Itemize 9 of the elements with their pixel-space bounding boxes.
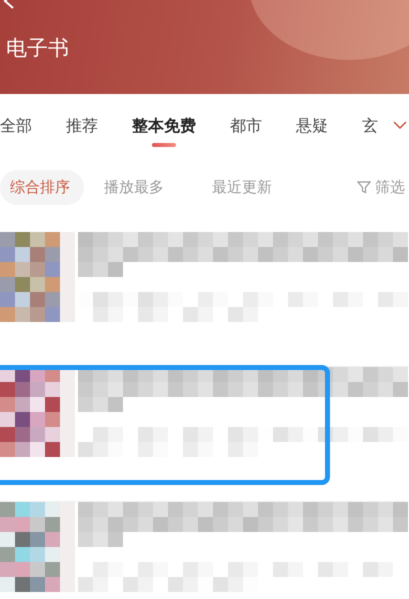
- category-tab[interactable]: 推荐: [66, 104, 98, 146]
- category-tab[interactable]: 整本免费: [132, 104, 196, 146]
- page-title: 电子书: [6, 35, 70, 62]
- sort-option[interactable]: 综合排序: [0, 170, 84, 204]
- filter-icon: [357, 180, 371, 194]
- category-tab[interactable]: 都市: [230, 104, 262, 146]
- category-tab[interactable]: 玄: [362, 104, 378, 146]
- category-tab[interactable]: 悬疑: [296, 104, 328, 146]
- category-tab[interactable]: 全部: [0, 104, 32, 146]
